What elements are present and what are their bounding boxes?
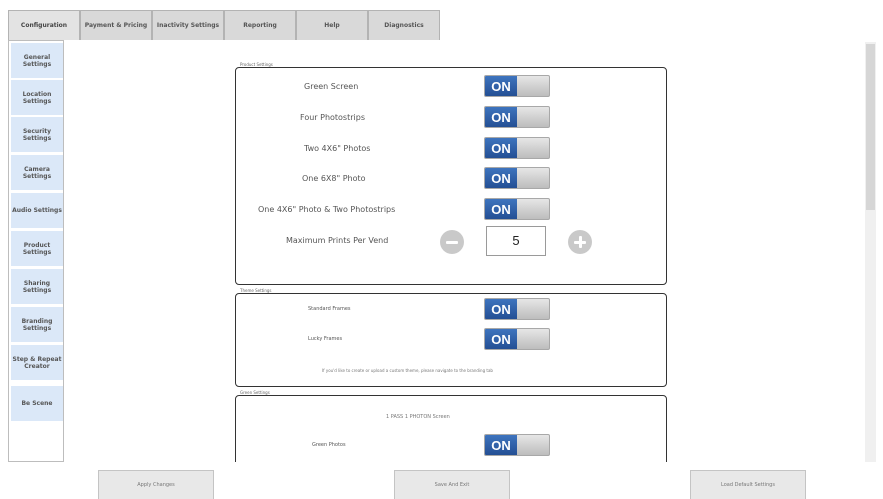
decrement-button[interactable]: [440, 230, 464, 254]
sidebar-item-be-scene[interactable]: Be Scene: [11, 386, 63, 421]
green-photos-toggle[interactable]: ON: [484, 434, 550, 456]
top-tab-bar: Configuration Payment & Pricing Inactivi…: [8, 10, 440, 40]
green-screen-toggle[interactable]: ON: [484, 75, 550, 97]
lucky-frames-toggle[interactable]: ON: [484, 328, 550, 350]
scrollbar-thumb[interactable]: [866, 44, 875, 210]
sidebar-item-product-settings[interactable]: Product Settings: [11, 231, 63, 266]
theme-settings-group: Theme Settings Standard Frames ON Lucky …: [235, 288, 667, 387]
one-4x6-two-photostrips-toggle[interactable]: ON: [484, 198, 550, 220]
setting-label: Lucky Frames: [308, 336, 343, 342]
group-legend: Green Settings: [238, 390, 272, 395]
tab-diagnostics[interactable]: Diagnostics: [368, 10, 440, 40]
setting-label: Green Screen: [304, 82, 359, 91]
four-photostrips-toggle[interactable]: ON: [484, 106, 550, 128]
vertical-scrollbar[interactable]: [865, 42, 876, 462]
sidebar-item-audio-settings[interactable]: Audio Settings: [11, 193, 63, 228]
standard-frames-toggle[interactable]: ON: [484, 298, 550, 320]
max-prints-value[interactable]: 5: [486, 226, 546, 256]
sidebar-item-branding-settings[interactable]: Branding Settings: [11, 307, 63, 342]
tab-reporting[interactable]: Reporting: [224, 10, 296, 40]
setting-label: One 6X8" Photo: [302, 174, 366, 183]
green-settings-group: Green Settings 1 PASS 1 PHOTON Screen Gr…: [235, 390, 667, 462]
toggle-on-label: ON: [485, 138, 517, 158]
green-subtitle: 1 PASS 1 PHOTON Screen: [386, 414, 450, 420]
main-settings-panel: Product Settings Green Screen ON Four Ph…: [230, 62, 668, 462]
tab-help[interactable]: Help: [296, 10, 368, 40]
one-6x8-photo-toggle[interactable]: ON: [484, 167, 550, 189]
apply-changes-button[interactable]: Apply Changes: [98, 470, 214, 499]
sidebar-item-step-repeat-creator[interactable]: Step & Repeat Creator: [11, 345, 63, 380]
tab-configuration[interactable]: Configuration: [8, 10, 80, 40]
product-settings-group: Product Settings Green Screen ON Four Ph…: [235, 62, 667, 285]
sidebar-item-location-settings[interactable]: Location Settings: [11, 80, 63, 115]
sidebar-item-security-settings[interactable]: Security Settings: [11, 117, 63, 152]
setting-label: Standard Frames: [308, 306, 351, 312]
setting-label: One 4X6" Photo & Two Photostrips: [258, 205, 396, 214]
setting-label: Four Photostrips: [300, 113, 365, 122]
toggle-on-label: ON: [485, 299, 517, 319]
toggle-on-label: ON: [485, 168, 517, 188]
sidebar: General Settings Location Settings Secur…: [8, 40, 64, 462]
sidebar-item-sharing-settings[interactable]: Sharing Settings: [11, 269, 63, 304]
toggle-on-label: ON: [485, 199, 517, 219]
max-prints-label: Maximum Prints Per Vend: [286, 236, 389, 245]
theme-note: If you'd like to create or upload a cust…: [322, 368, 493, 373]
toggle-on-label: ON: [485, 435, 517, 455]
two-4x6-photos-toggle[interactable]: ON: [484, 137, 550, 159]
setting-label: Two 4X6" Photos: [304, 144, 371, 153]
toggle-on-label: ON: [485, 107, 517, 127]
toggle-on-label: ON: [485, 76, 517, 96]
setting-label: Green Photos: [312, 442, 346, 448]
group-legend: Product Settings: [238, 62, 275, 67]
tab-payment-pricing[interactable]: Payment & Pricing: [80, 10, 152, 40]
increment-button[interactable]: [568, 230, 592, 254]
sidebar-item-general-settings[interactable]: General Settings: [11, 43, 63, 78]
sidebar-item-camera-settings[interactable]: Camera Settings: [11, 155, 63, 190]
group-legend: Theme Settings: [238, 288, 274, 293]
tab-inactivity-settings[interactable]: Inactivity Settings: [152, 10, 224, 40]
save-and-exit-button[interactable]: Save And Exit: [394, 470, 510, 499]
load-default-settings-button[interactable]: Load Default Settings: [690, 470, 806, 499]
toggle-on-label: ON: [485, 329, 517, 349]
